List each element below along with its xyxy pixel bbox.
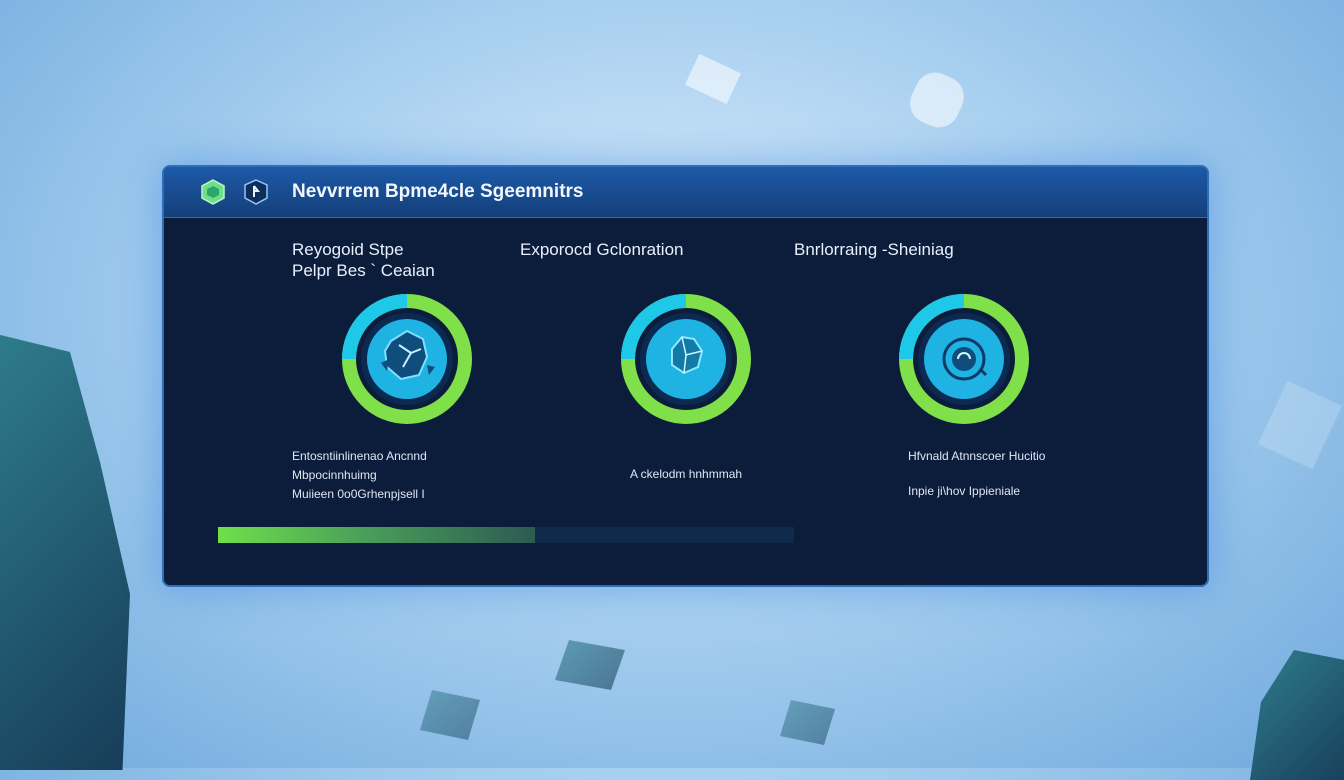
window-title: Nevvrrem Bpme4cle Sgeemnitrs: [292, 181, 584, 202]
ability-ring-3[interactable]: [898, 293, 1030, 425]
description-1: Entosntiinlinenao Ancnnd Mbpocinnhuimg M…: [292, 447, 427, 504]
rock-formation-right: [1250, 650, 1344, 780]
description-3: Hfvnald Atnnscoer Hucitio Inpie ji\hov I…: [908, 447, 1045, 501]
column-heading-2: Exporocd Gclonration: [520, 239, 683, 260]
heading-line: Pelpr Bes ` Ceaian: [292, 261, 435, 280]
shield-menu-icon[interactable]: [242, 178, 270, 206]
floating-crystal: [903, 65, 971, 135]
floating-debris: [780, 700, 835, 745]
ability-ring-1[interactable]: [341, 293, 473, 425]
description-2: A ckelodm hnhmmah: [630, 465, 742, 484]
floating-crystal: [684, 53, 742, 105]
description-line: A ckelodm hnhmmah: [630, 467, 743, 481]
floating-debris: [555, 640, 625, 690]
progress-fill: [218, 527, 535, 543]
rock-formation-left: [0, 330, 130, 770]
hexagon-gem-icon: [201, 179, 225, 205]
column-heading-3: Bnrlorraing -Sheiniag: [794, 239, 954, 260]
description-line: Hfvnald Atnnscoer Hucitio: [908, 449, 1046, 463]
heading-line: Bnrlorraing -Sheiniag: [794, 240, 954, 259]
floating-debris: [420, 690, 480, 740]
column-heading-1: Reyogoid Stpe Pelpr Bes ` Ceaian: [292, 239, 435, 281]
main-panel: Nevvrrem Bpme4cle Sgeemnitrs Reyogoid St…: [162, 165, 1209, 587]
description-line: Mbpocinnhuimg: [292, 468, 377, 482]
title-bar: Nevvrrem Bpme4cle Sgeemnitrs: [164, 167, 1207, 218]
description-line: Entosntiinlinenao Ancnnd: [292, 449, 427, 463]
heading-line: Reyogoid Stpe: [292, 240, 404, 259]
progress-bar: [218, 527, 794, 543]
description-line: Inpie ji\hov Ippieniale: [908, 484, 1021, 498]
description-line: Muiieen 0o0Grhenpjsell I: [292, 487, 425, 501]
heading-line: Exporocd Gclonration: [520, 240, 684, 259]
ability-ring-2[interactable]: [620, 293, 752, 425]
floating-crystal: [1258, 380, 1342, 470]
